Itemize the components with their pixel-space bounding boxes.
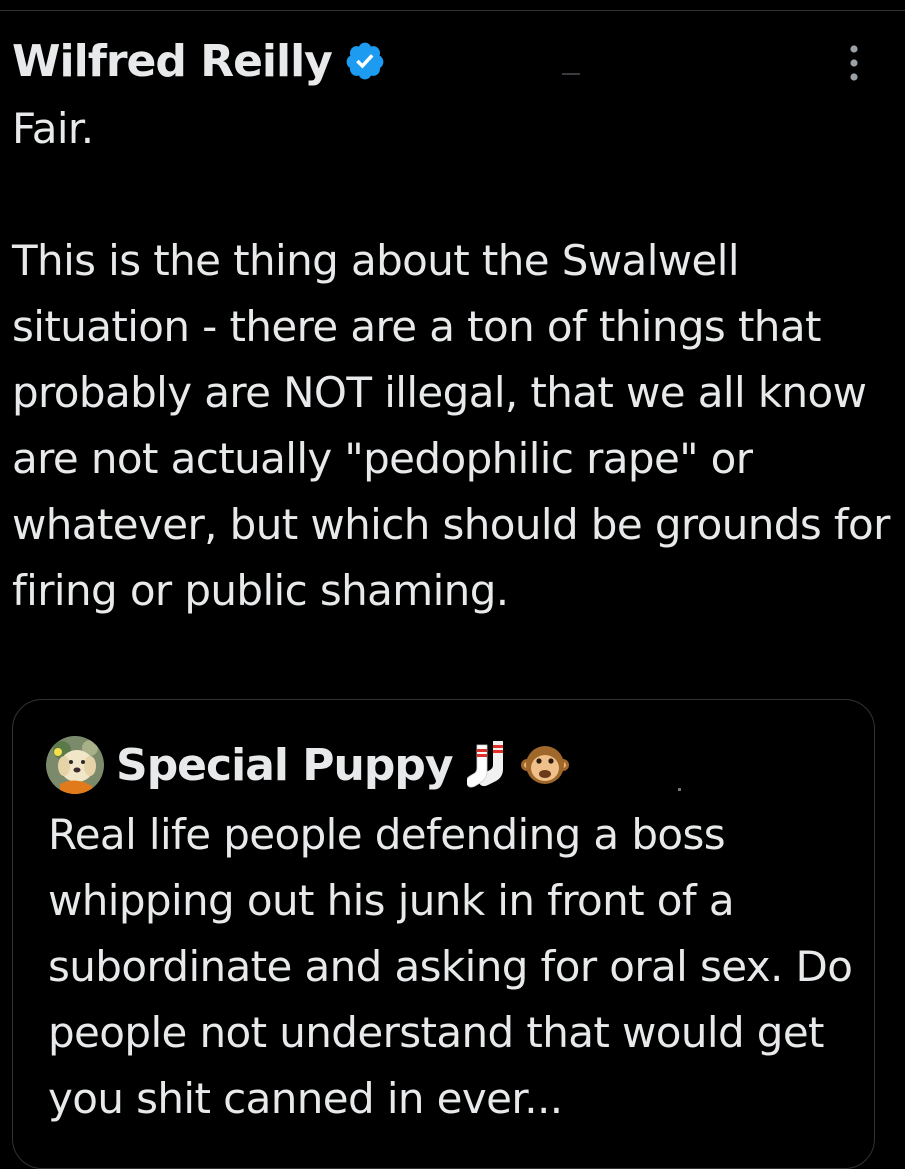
quoted-tweet-card[interactable]: Special Puppy Real life people defending… [12, 699, 875, 1169]
tweet-header: Wilfred Reilly [12, 32, 386, 90]
dog-avatar[interactable] [46, 736, 104, 794]
quoted-tweet-header: Special Puppy [46, 736, 569, 794]
quoted-tweet-text: Real life people defending a boss whippi… [48, 810, 853, 1123]
monkey-face-emoji-icon [520, 741, 569, 789]
verified-badge-icon[interactable] [344, 40, 386, 82]
quoted-author-name[interactable]: Special Puppy [116, 740, 454, 791]
top-divider [0, 10, 905, 11]
redacted-handle-dot [678, 788, 681, 791]
more-options-icon [850, 45, 858, 81]
more-options-button[interactable] [832, 40, 876, 86]
socks-emoji-icon [465, 739, 515, 791]
redacted-handle [562, 73, 580, 75]
tweet-text: Fair. This is the thing about the Swalwe… [12, 104, 890, 615]
author-name[interactable]: Wilfred Reilly [12, 36, 333, 87]
